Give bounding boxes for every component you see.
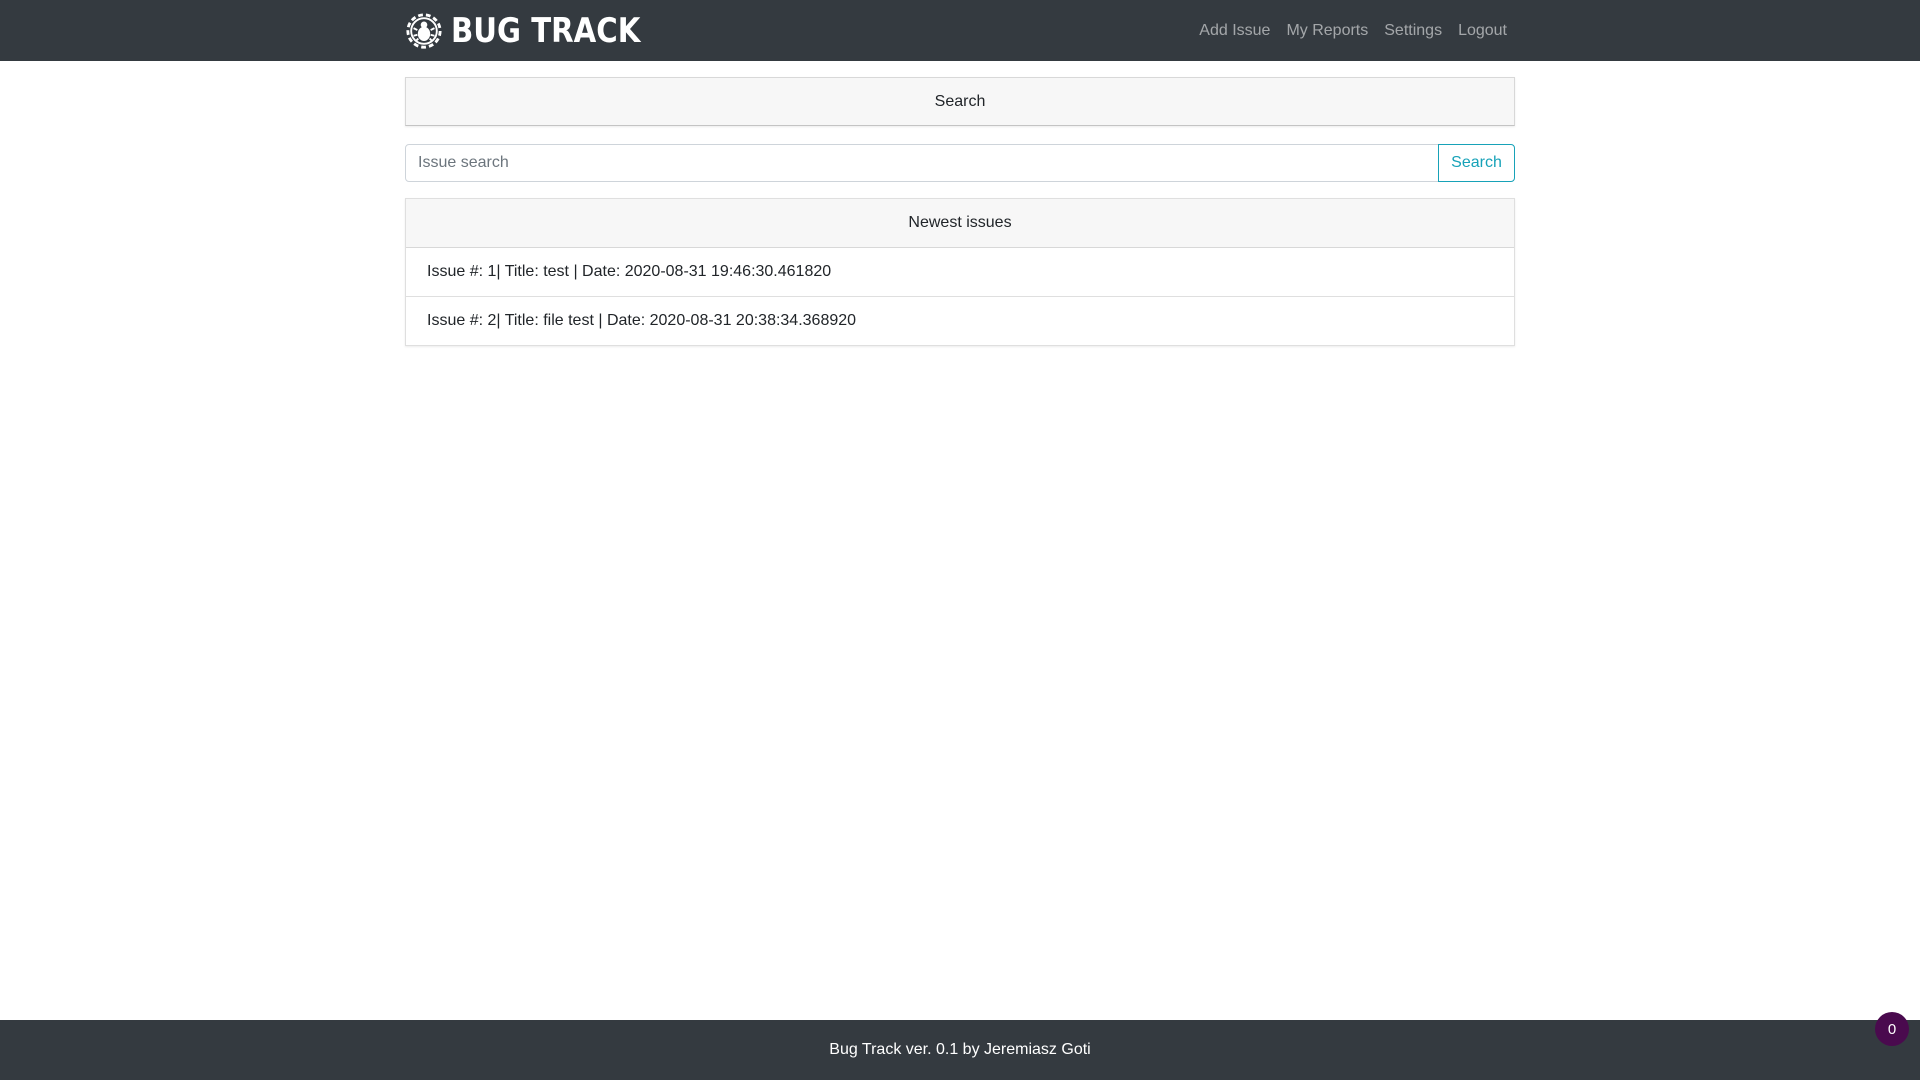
page-footer: Bug Track ver. 0.1 by Jeremiasz Goti	[0, 1020, 1920, 1080]
search-bar: Search	[405, 144, 1515, 182]
nav-links: Add Issue My Reports Settings Logout	[1191, 0, 1515, 61]
brand-name: BUG TRACK	[451, 10, 641, 51]
nav-add-issue[interactable]: Add Issue	[1191, 22, 1278, 40]
nav-my-reports[interactable]: My Reports	[1278, 22, 1376, 40]
newest-issues-panel: Newest issues Issue #: 1| Title: test | …	[405, 198, 1515, 346]
top-navbar: BUG TRACK Add Issue My Reports Settings …	[0, 0, 1920, 61]
footer-text: Bug Track ver. 0.1 by Jeremiasz Goti	[829, 1041, 1091, 1058]
search-panel-header: Search	[405, 77, 1515, 126]
brand-link[interactable]: BUG TRACK	[405, 10, 671, 51]
newest-issues-header: Newest issues	[406, 199, 1514, 248]
search-button[interactable]: Search	[1438, 144, 1515, 182]
nav-logout[interactable]: Logout	[1450, 22, 1515, 40]
issue-search-input[interactable]	[405, 144, 1439, 182]
nav-settings[interactable]: Settings	[1376, 22, 1450, 40]
issue-list-item[interactable]: Issue #: 2| Title: file test | Date: 202…	[406, 296, 1514, 345]
notification-count-badge[interactable]: 0	[1875, 1012, 1909, 1046]
issue-list-item[interactable]: Issue #: 1| Title: test | Date: 2020-08-…	[406, 248, 1514, 296]
bug-gear-icon	[406, 12, 442, 49]
